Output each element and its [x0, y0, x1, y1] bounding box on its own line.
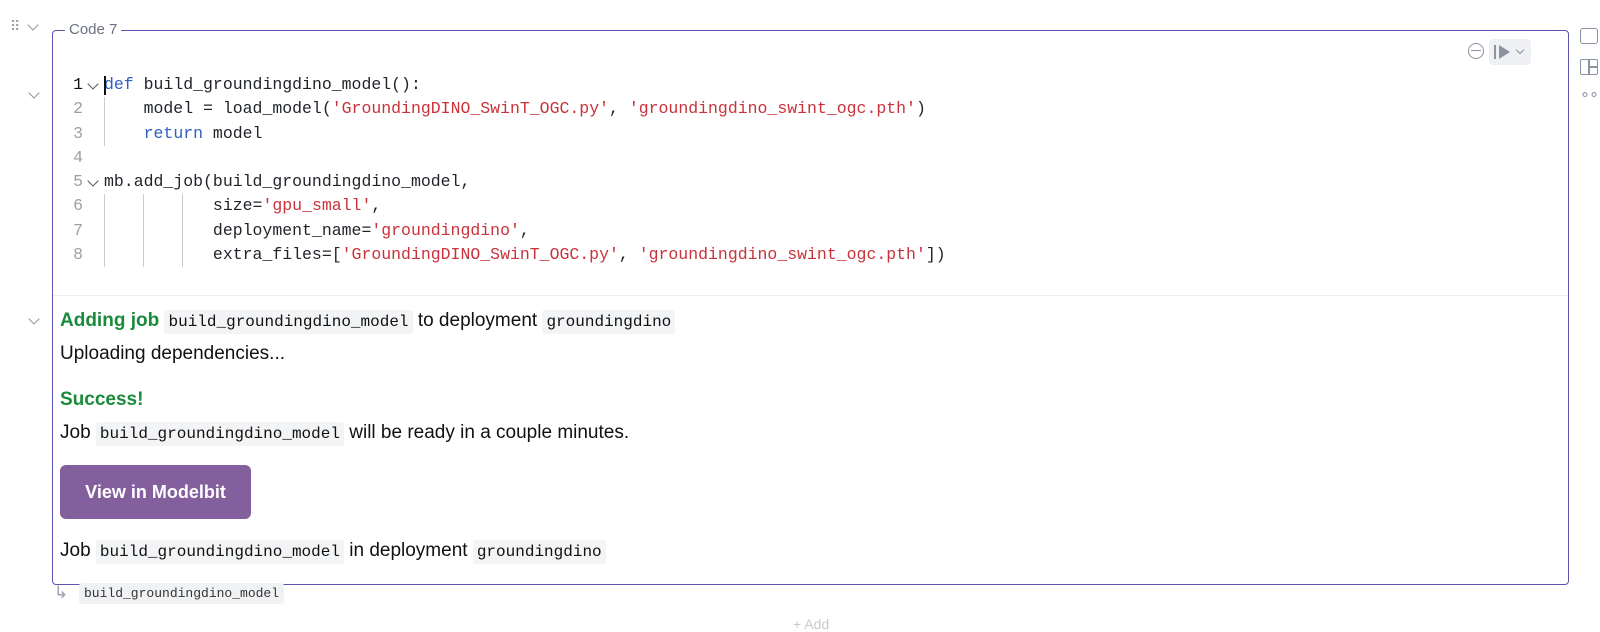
line-number: 7: [73, 220, 83, 240]
line-number: 2: [73, 99, 83, 119]
return-arrow-icon: ↳: [54, 583, 69, 602]
code-text: model = load_model('GroundingDINO_SwinT_…: [104, 97, 926, 121]
code-line[interactable]: 3 return model: [53, 121, 1568, 146]
success-text: Success!: [60, 389, 144, 410]
fold-chevron-icon[interactable]: [87, 78, 99, 90]
code-line[interactable]: 7 deployment_name='groundingdino',: [53, 218, 1568, 244]
to-deployment-text: to deployment: [417, 310, 538, 331]
code-text: size='gpu_small',: [104, 194, 381, 218]
add-cell-hint[interactable]: + Add: [793, 616, 829, 632]
job-name-code: build_groundingdino_model: [164, 310, 413, 334]
chevron-down-icon[interactable]: [1515, 45, 1525, 55]
output-adding-line: Adding job build_groundingdino_model to …: [60, 310, 676, 334]
adding-job-label: Adding job: [60, 310, 160, 331]
line-number: 4: [73, 147, 83, 167]
run-cell-button[interactable]: [1489, 39, 1531, 65]
job-word: Job: [60, 540, 91, 561]
code-text: deployment_name='groundingdino',: [104, 219, 530, 243]
code-token: ,: [618, 245, 639, 265]
code-text: extra_files=['GroundingDINO_SwinT_OGC.py…: [104, 243, 946, 267]
layout-icon[interactable]: [1580, 59, 1598, 75]
code-line[interactable]: 2 model = load_model('GroundingDINO_Swin…: [53, 97, 1568, 122]
line-number: 5: [73, 172, 83, 192]
fold-chevron-icon[interactable]: [87, 175, 99, 187]
code-string: 'GroundingDINO_SwinT_OGC.py': [341, 245, 619, 265]
code-line[interactable]: 8 extra_files=['GroundingDINO_SwinT_OGC.…: [53, 243, 1568, 268]
cell-divider: [53, 295, 1568, 296]
output-summary-line: Job build_groundingdino_model in deploym…: [60, 540, 606, 564]
code-keyword: return: [143, 123, 204, 143]
output-collapse-icon[interactable]: [28, 310, 40, 328]
play-icon: [1499, 45, 1510, 59]
code-string: 'groundingdino': [371, 220, 520, 240]
uploading-text: Uploading dependencies...: [60, 343, 286, 364]
code-token: mb.add_job(build_groundingdino_model,: [104, 172, 471, 192]
job-name-code: build_groundingdino_model: [95, 422, 344, 446]
more-options-icon[interactable]: ∘∘∘: [1580, 87, 1600, 106]
return-value-chip[interactable]: build_groundingdino_model: [79, 583, 285, 604]
in-deployment-text: in deployment: [349, 540, 468, 561]
line-number: 6: [73, 196, 83, 216]
code-string: 'groundingdino_swint_ogc.pth': [628, 99, 916, 119]
source-collapse-icon[interactable]: [28, 84, 40, 102]
code-token: ]): [925, 245, 946, 265]
drag-handle-icon[interactable]: ⠿: [10, 18, 24, 34]
job-name-code: build_groundingdino_model: [95, 540, 344, 564]
code-line[interactable]: 6 size='gpu_small',: [53, 194, 1568, 219]
code-token: ,: [519, 220, 530, 240]
code-line[interactable]: 1 def build_groundingdino_model():: [53, 73, 1568, 97]
code-token: deployment_name=: [104, 220, 372, 240]
line-number: 3: [73, 123, 83, 143]
run-bar-icon: [1494, 45, 1496, 59]
code-line[interactable]: 5 mb.add_job(build_groundingdino_model,: [53, 170, 1568, 194]
view-in-modelbit-button[interactable]: View in Modelbit: [60, 465, 251, 519]
comment-icon[interactable]: [1580, 28, 1598, 44]
code-text: return model: [104, 122, 263, 146]
code-string: 'gpu_small': [262, 196, 372, 216]
code-line[interactable]: 4: [53, 146, 1568, 170]
output-ready-line: Job build_groundingdino_model will be re…: [60, 422, 630, 446]
deployment-name-code: groundingdino: [472, 540, 606, 564]
code-editor[interactable]: 1 def build_groundingdino_model(): 2 model…: [53, 73, 1568, 268]
deployment-name-code: groundingdino: [542, 310, 676, 334]
cell-collapse-icon[interactable]: [27, 16, 43, 31]
code-token: extra_files=[: [104, 245, 342, 265]
code-token: ): [915, 99, 926, 119]
code-token: ,: [371, 196, 382, 216]
code-string: 'groundingdino_swint_ogc.pth': [638, 245, 926, 265]
code-text: mb.add_job(build_groundingdino_model,: [104, 170, 470, 194]
code-string: 'GroundingDINO_SwinT_OGC.py': [331, 99, 609, 119]
code-token: size=: [104, 196, 263, 216]
code-text: def build_groundingdino_model():: [104, 73, 421, 97]
code-token: model: [203, 123, 263, 143]
code-keyword: def: [104, 75, 134, 94]
code-token: ,: [609, 99, 629, 119]
code-token: model = load_model(: [104, 99, 332, 119]
line-number: 1: [73, 75, 83, 94]
ready-text: will be ready in a couple minutes.: [349, 422, 630, 443]
text-cursor: [104, 76, 106, 95]
code-token: build_groundingdino_model():: [133, 75, 421, 94]
cell-label: Code 7: [65, 21, 122, 38]
sync-icon[interactable]: [1468, 43, 1484, 59]
line-number: 8: [73, 245, 83, 265]
job-word: Job: [60, 422, 91, 443]
code-cell[interactable]: Code 7 1 def build_groundingdino_model():…: [52, 21, 1569, 585]
